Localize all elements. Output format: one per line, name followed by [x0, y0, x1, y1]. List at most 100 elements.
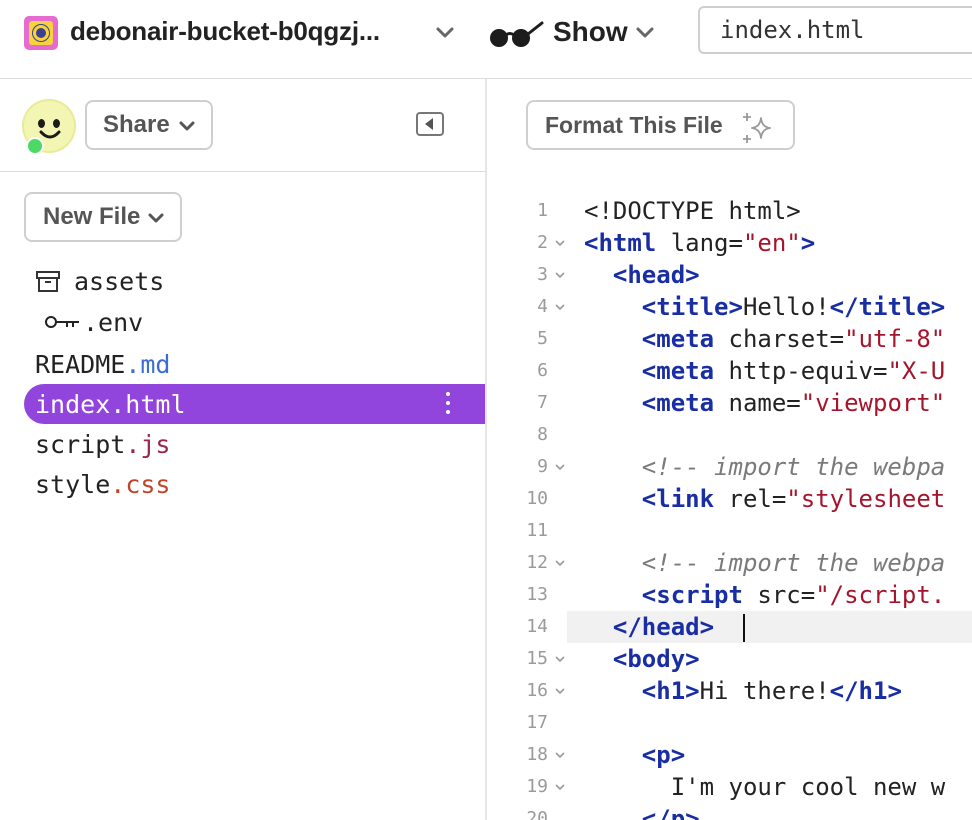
code-editor[interactable]: Format This File 1 <!DOCTYPE html> 2 <html …	[487, 79, 972, 820]
code-line[interactable]: 9 <!-- import the webpa	[487, 451, 972, 483]
code-line[interactable]: 1 <!DOCTYPE html>	[487, 195, 972, 227]
avatar-smile	[39, 130, 61, 139]
code-token: <link	[641, 485, 715, 513]
file-extension: .js	[125, 429, 171, 459]
chevron-down-icon	[179, 121, 195, 131]
code-line[interactable]: 17	[487, 707, 972, 739]
share-button[interactable]: Share	[85, 100, 213, 150]
code-token: <!DOCTYPE html>	[584, 197, 801, 225]
code-line[interactable]: 8	[487, 419, 972, 451]
fold-chevron-icon[interactable]	[555, 464, 565, 471]
line-number: 12	[526, 552, 548, 573]
line-number-gutter: 3	[487, 259, 567, 291]
code-line[interactable]: 6 <meta http-equiv="X-U	[487, 355, 972, 387]
fold-chevron-icon[interactable]	[555, 272, 565, 279]
fold-chevron-icon[interactable]	[555, 784, 565, 791]
file-item-script-js[interactable]: script .js	[24, 424, 485, 464]
new-file-button-label: New File	[43, 203, 141, 230]
format-file-button[interactable]: Format This File	[526, 100, 795, 150]
sparkles-icon	[743, 113, 771, 143]
more-options-icon[interactable]	[445, 392, 451, 416]
code-line[interactable]: 5 <meta charset="utf-8"	[487, 323, 972, 355]
file-extension: .css	[110, 469, 171, 499]
code-line[interactable]: 4 <title>Hello!</title>	[487, 291, 972, 323]
file-item-env[interactable]: .env	[24, 302, 485, 342]
collapse-sidebar-icon[interactable]	[416, 112, 444, 136]
chevron-down-icon[interactable]	[434, 21, 456, 43]
code-line[interactable]: 16 <h1>Hi there!</h1>	[487, 675, 972, 707]
avatar-eye	[53, 119, 60, 128]
fold-chevron-icon[interactable]	[555, 656, 565, 663]
file-name: index.html	[35, 389, 186, 419]
line-number: 5	[537, 328, 548, 349]
code-line[interactable]: 19 I'm your cool new w	[487, 771, 972, 803]
code-line-content: <h1>Hi there!</h1>	[584, 675, 902, 707]
share-button-label: Share	[103, 111, 170, 138]
sidebar-header: Share	[0, 79, 485, 172]
code-line[interactable]: 7 <meta name="viewport"	[487, 387, 972, 419]
file-name: README	[35, 349, 126, 379]
file-item-style-css[interactable]: style .css	[24, 464, 485, 504]
format-file-label: Format This File	[545, 111, 723, 138]
code-line[interactable]: 2 <html lang="en">	[487, 227, 972, 259]
code-line[interactable]: 12 <!-- import the webpa	[487, 547, 972, 579]
code-token: rel=	[714, 485, 787, 513]
file-item-readme[interactable]: README .md	[24, 344, 485, 384]
code-line-content: <title>Hello!</title>	[584, 291, 945, 323]
fold-chevron-icon[interactable]	[555, 688, 565, 695]
chevron-down-icon	[148, 213, 164, 223]
code-token: "X-U	[887, 357, 946, 385]
code-line-content: <meta http-equiv="X-U	[584, 355, 945, 387]
code-line[interactable]: 13 <script src="/script.	[487, 579, 972, 611]
file-item-index-html[interactable]: index.html	[24, 384, 485, 424]
project-logo-icon[interactable]	[24, 16, 58, 50]
fold-chevron-icon[interactable]	[555, 240, 565, 247]
code-line[interactable]: 15 <body>	[487, 643, 972, 675]
line-number-gutter: 10	[487, 483, 567, 515]
line-number-gutter: 15	[487, 643, 567, 675]
code-line[interactable]: 11	[487, 515, 972, 547]
code-token: <meta	[641, 357, 715, 385]
text-cursor	[742, 614, 745, 642]
code-line[interactable]: 10 <link rel="stylesheet	[487, 483, 972, 515]
code-line[interactable]: 20 </p>	[487, 803, 972, 820]
code-line-content: <script src="/script.	[584, 579, 945, 611]
avatar[interactable]	[22, 99, 76, 155]
file-name: script	[35, 429, 126, 459]
code-token: <!-- import the webpa	[641, 453, 946, 481]
fold-chevron-icon[interactable]	[555, 752, 565, 759]
line-number: 10	[526, 488, 548, 509]
line-number: 9	[537, 456, 548, 477]
glasses-icon[interactable]	[486, 18, 546, 50]
top-bar: debonair-bucket-b0qgzj... Show	[0, 0, 972, 79]
new-file-button[interactable]: New File	[24, 192, 182, 242]
code-line[interactable]: 3 <head>	[487, 259, 972, 291]
file-name: style	[35, 469, 111, 499]
code-token: </title>	[829, 293, 946, 321]
show-menu-label[interactable]: Show	[553, 16, 628, 48]
fold-chevron-icon[interactable]	[555, 560, 565, 567]
line-number-gutter: 5	[487, 323, 567, 355]
code-token: lang=	[656, 229, 743, 257]
code-token: <script	[641, 581, 743, 609]
chevron-down-icon[interactable]	[634, 21, 656, 43]
line-number: 7	[537, 392, 548, 413]
line-number-gutter: 18	[487, 739, 567, 771]
file-item-assets[interactable]: assets	[24, 261, 485, 301]
code-line[interactable]: 18 <p>	[487, 739, 972, 771]
project-name[interactable]: debonair-bucket-b0qgzj...	[70, 16, 380, 47]
line-number: 20	[526, 808, 548, 820]
code-line[interactable]: 14 </head>	[487, 611, 972, 643]
code-token: "/script.	[815, 581, 946, 609]
code-token: charset=	[714, 325, 845, 353]
file-search-input[interactable]	[698, 6, 972, 54]
fold-chevron-icon[interactable]	[555, 304, 565, 311]
line-number-gutter: 9	[487, 451, 567, 483]
